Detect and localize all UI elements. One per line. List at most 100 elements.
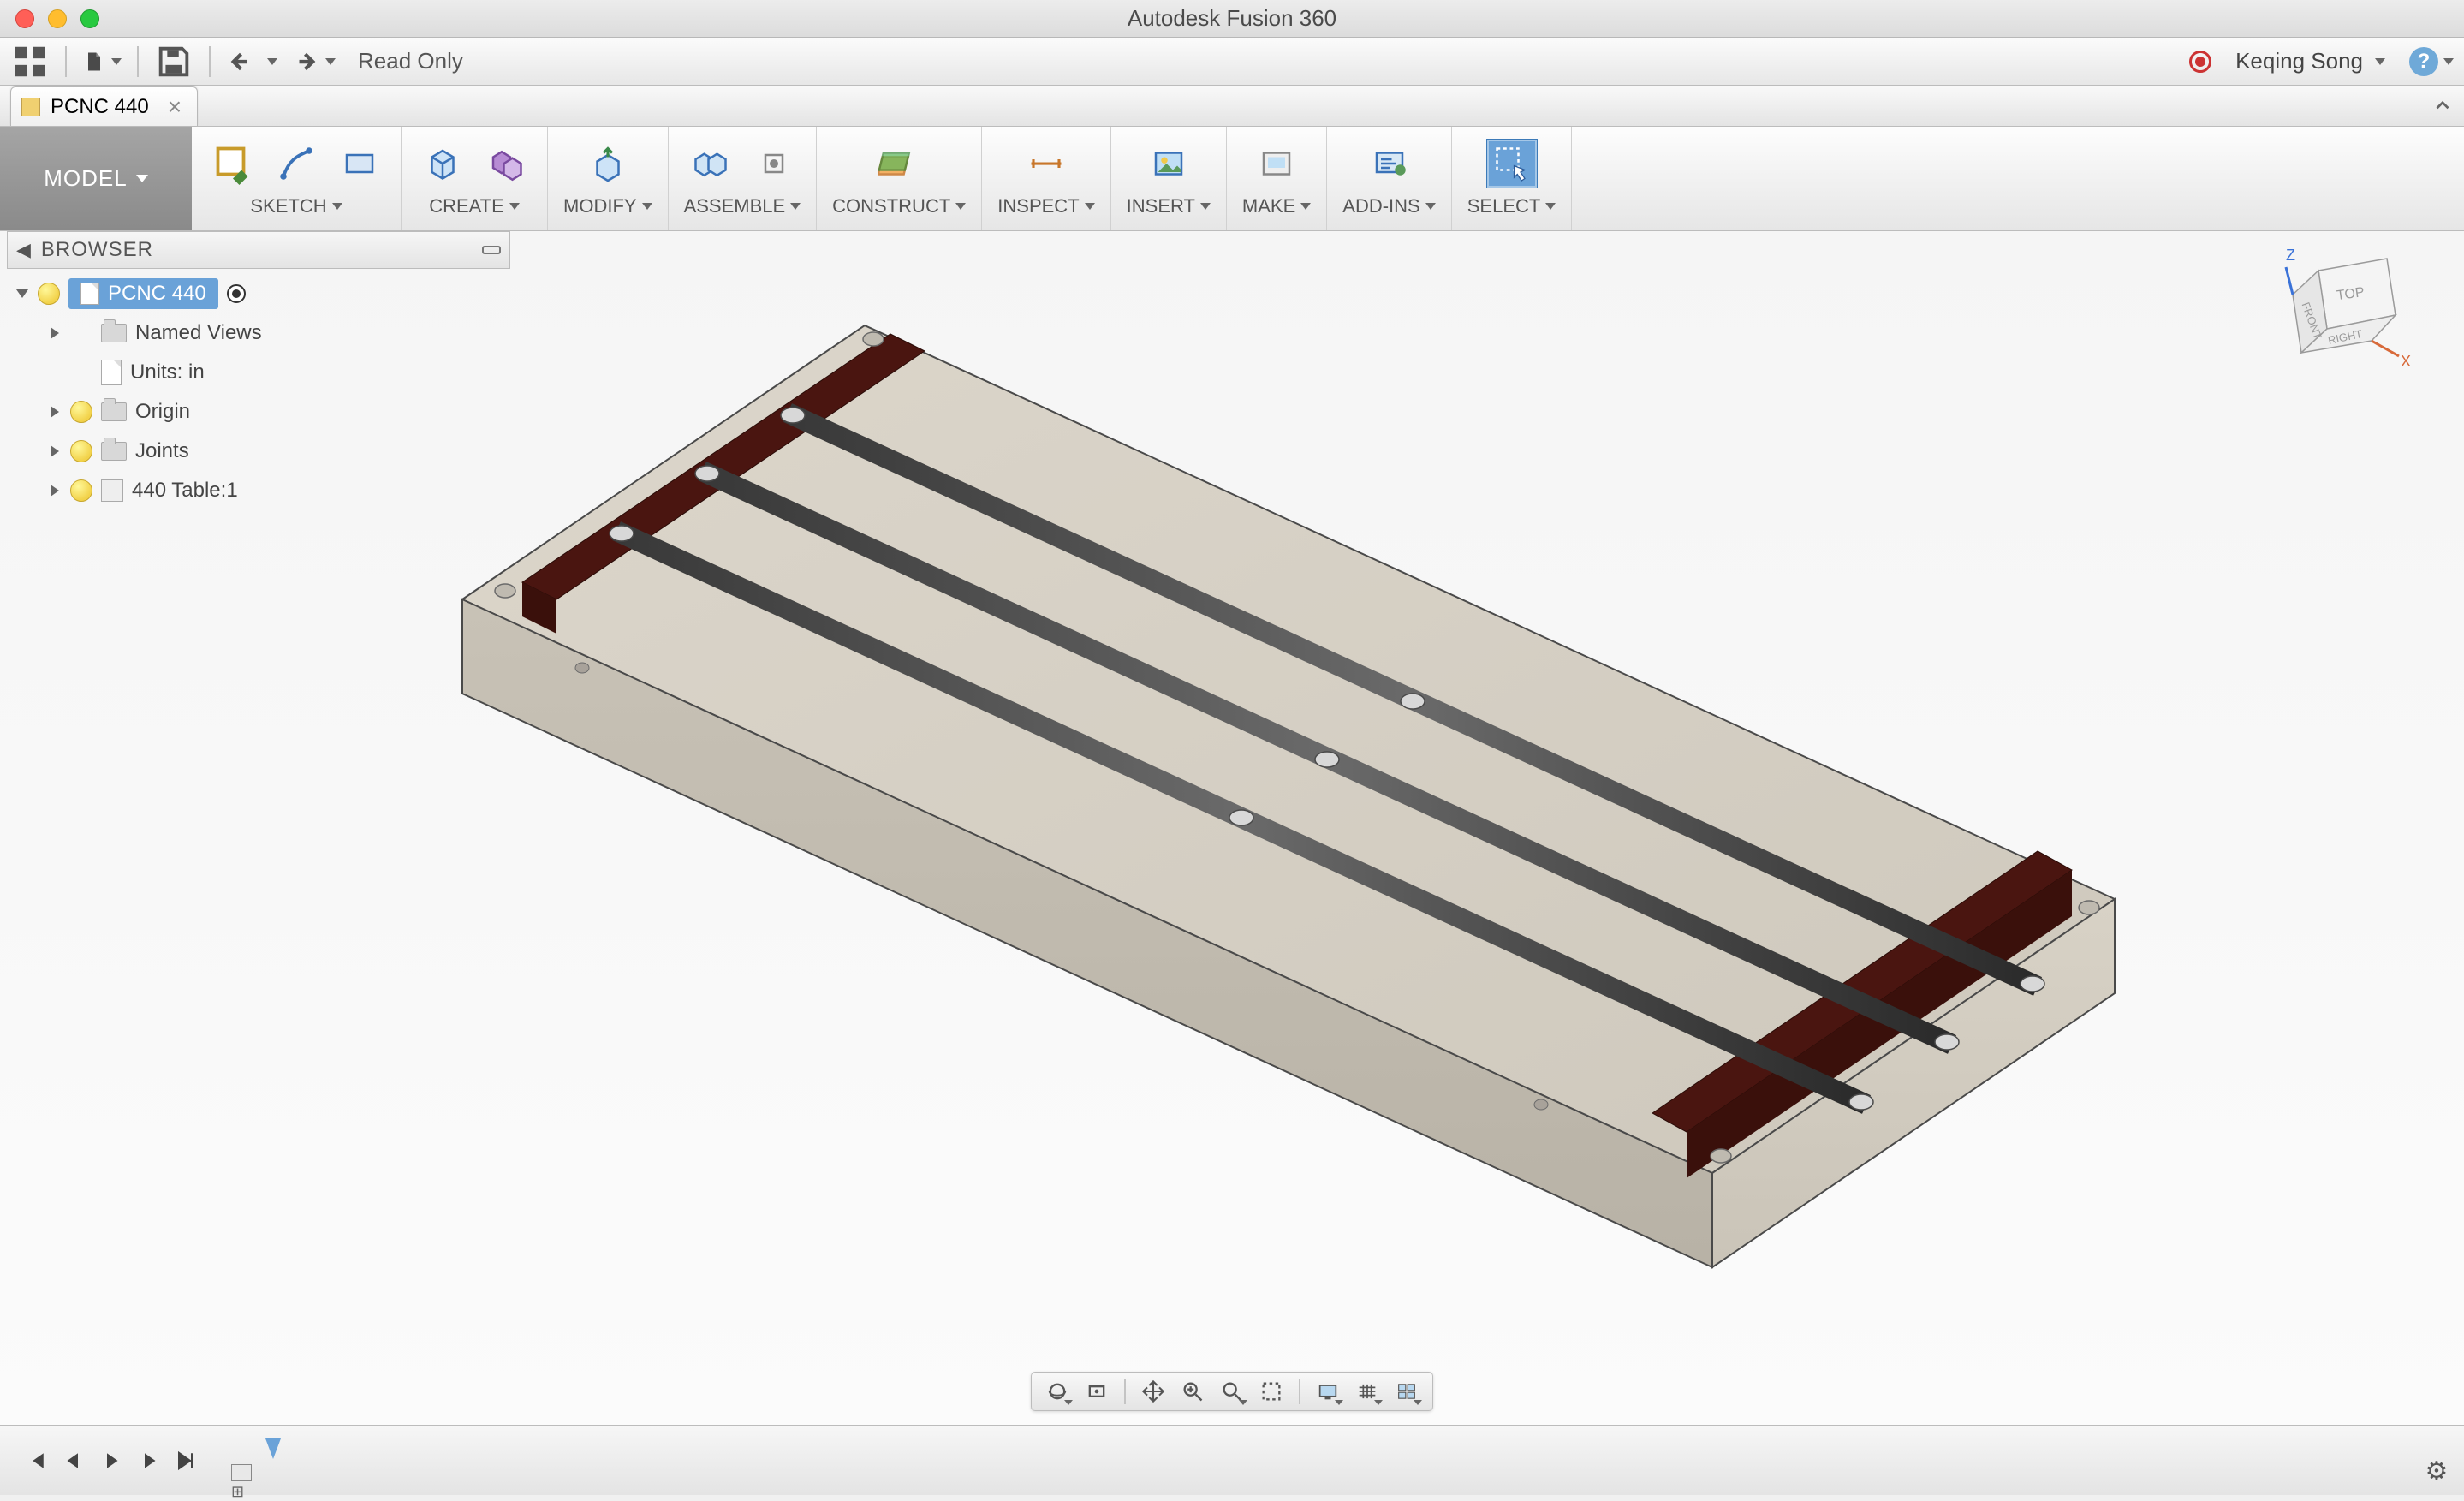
expand-toggle[interactable] [48,326,62,340]
browser-header[interactable]: ◀ BROWSER [7,231,510,269]
tree-item-joints[interactable]: Joints [7,432,510,471]
expand-toggle[interactable] [15,287,29,301]
browser-back-icon[interactable]: ◀ [16,239,31,261]
document-tab-label: PCNC 440 [51,95,149,119]
tree-label: 440 Table:1 [132,479,238,503]
help-menu-caret[interactable] [2438,50,2454,74]
document-status: Read Only [358,48,463,74]
ribbon-label-assemble[interactable]: ASSEMBLE [684,195,801,217]
separator [1124,1379,1126,1404]
tree-label: Named Views [135,321,262,345]
ribbon-label-addins[interactable]: ADD-INS [1342,195,1435,217]
timeline-settings-button[interactable]: ⚙ [2421,1456,2452,1486]
orbit-button[interactable] [1040,1376,1074,1407]
line-tool-button[interactable] [271,139,322,188]
collapse-ribbon-button[interactable] [2430,92,2455,118]
zoom-window-button[interactable] [1215,1376,1249,1407]
tree-root[interactable]: PCNC 440 [7,274,510,313]
look-at-button[interactable] [1080,1376,1114,1407]
screencast-record-button[interactable] [2189,51,2211,73]
ribbon-label-sketch[interactable]: SKETCH [250,195,342,217]
document-icon [101,360,122,385]
tree-label: Units: in [130,360,205,384]
file-menu-button[interactable] [82,45,122,79]
measure-button[interactable] [1021,139,1072,188]
3d-print-button[interactable] [1251,139,1302,188]
grid-settings-button[interactable] [1350,1376,1384,1407]
tree-item-component[interactable]: 440 Table:1 [7,471,510,510]
timeline-start-button[interactable] [17,1442,55,1480]
timeline-play-button[interactable] [92,1442,130,1480]
folder-icon [101,442,127,461]
viewports-button[interactable] [1390,1376,1424,1407]
visibility-bulb-icon[interactable] [70,440,92,462]
window-title: Autodesk Fusion 360 [0,5,2464,32]
expand-toggle[interactable] [48,484,62,497]
visibility-bulb-icon[interactable] [70,401,92,423]
pan-button[interactable] [1136,1376,1170,1407]
ribbon-label-create[interactable]: CREATE [429,195,520,217]
pattern-button[interactable] [480,139,532,188]
tree-label: Origin [135,400,190,424]
close-tab-button[interactable]: × [168,95,182,119]
tree-item-units[interactable]: Units: in [7,353,510,392]
select-tool-button[interactable] [1486,139,1538,188]
press-pull-button[interactable] [582,139,634,188]
data-panel-button[interactable] [10,45,50,79]
visibility-bulb-icon[interactable] [38,283,60,305]
tree-item-named-views[interactable]: Named Views [7,313,510,353]
ribbon-label-construct[interactable]: CONSTRUCT [832,195,966,217]
timeline-step-back-button[interactable] [55,1442,92,1480]
titlebar: Autodesk Fusion 360 [0,0,2464,38]
ribbon-label-make[interactable]: MAKE [1242,195,1311,217]
ribbon-group-modify: MODIFY [548,127,669,230]
timeline-feature[interactable] [231,1464,252,1481]
viewport[interactable]: ◀ BROWSER PCNC 440 Named Views Units: [0,231,2464,1425]
timeline-expand-button[interactable]: ⊞ [231,1483,244,1501]
ribbon-label-modify[interactable]: MODIFY [563,195,652,217]
browser-minimize-button[interactable] [482,246,501,254]
redo-button[interactable] [284,45,336,79]
rectangle-tool-button[interactable] [334,139,385,188]
minimize-window-button[interactable] [48,9,67,28]
joint-button[interactable] [685,139,736,188]
box-button[interactable] [417,139,468,188]
user-menu[interactable]: Keqing Song [2235,48,2385,74]
viewcube[interactable]: TOP FRONT RIGHT Z X [2267,236,2421,390]
joint-origin-button[interactable] [748,139,800,188]
timeline-end-button[interactable] [168,1442,205,1480]
scripts-addins-button[interactable] [1364,139,1415,188]
expand-toggle[interactable] [48,405,62,419]
component-icon [21,98,40,116]
window-controls [0,9,99,28]
undo-button[interactable] [226,45,277,79]
ribbon-group-inspect: INSPECT [982,127,1110,230]
active-component-radio[interactable] [227,284,246,303]
help-button[interactable]: ? [2409,47,2438,76]
document-tabstrip: PCNC 440 × [0,86,2464,127]
ribbon-label-insert[interactable]: INSERT [1127,195,1211,217]
tree-item-origin[interactable]: Origin [7,392,510,432]
model-3d-table[interactable] [411,265,2192,1379]
folder-icon [101,324,127,342]
timeline-marker[interactable] [265,1438,281,1459]
insert-decal-button[interactable] [1143,139,1194,188]
workspace-switcher[interactable]: MODEL [0,127,192,230]
expand-toggle[interactable] [48,444,62,458]
fit-button[interactable] [1254,1376,1289,1407]
separator [137,46,139,77]
ribbon-label-inspect[interactable]: INSPECT [997,195,1094,217]
timeline-track[interactable]: ⊞ [231,1442,334,1480]
save-button[interactable] [154,45,193,79]
timeline-step-forward-button[interactable] [130,1442,168,1480]
display-settings-button[interactable] [1311,1376,1345,1407]
close-window-button[interactable] [15,9,34,28]
ribbon-label-select[interactable]: SELECT [1467,195,1556,217]
ribbon-group-construct: CONSTRUCT [817,127,982,230]
zoom-button[interactable] [1175,1376,1210,1407]
document-tab[interactable]: PCNC 440 × [10,86,198,126]
maximize-window-button[interactable] [80,9,99,28]
create-sketch-button[interactable] [207,139,259,188]
visibility-bulb-icon[interactable] [70,479,92,502]
construction-plane-button[interactable] [873,139,925,188]
